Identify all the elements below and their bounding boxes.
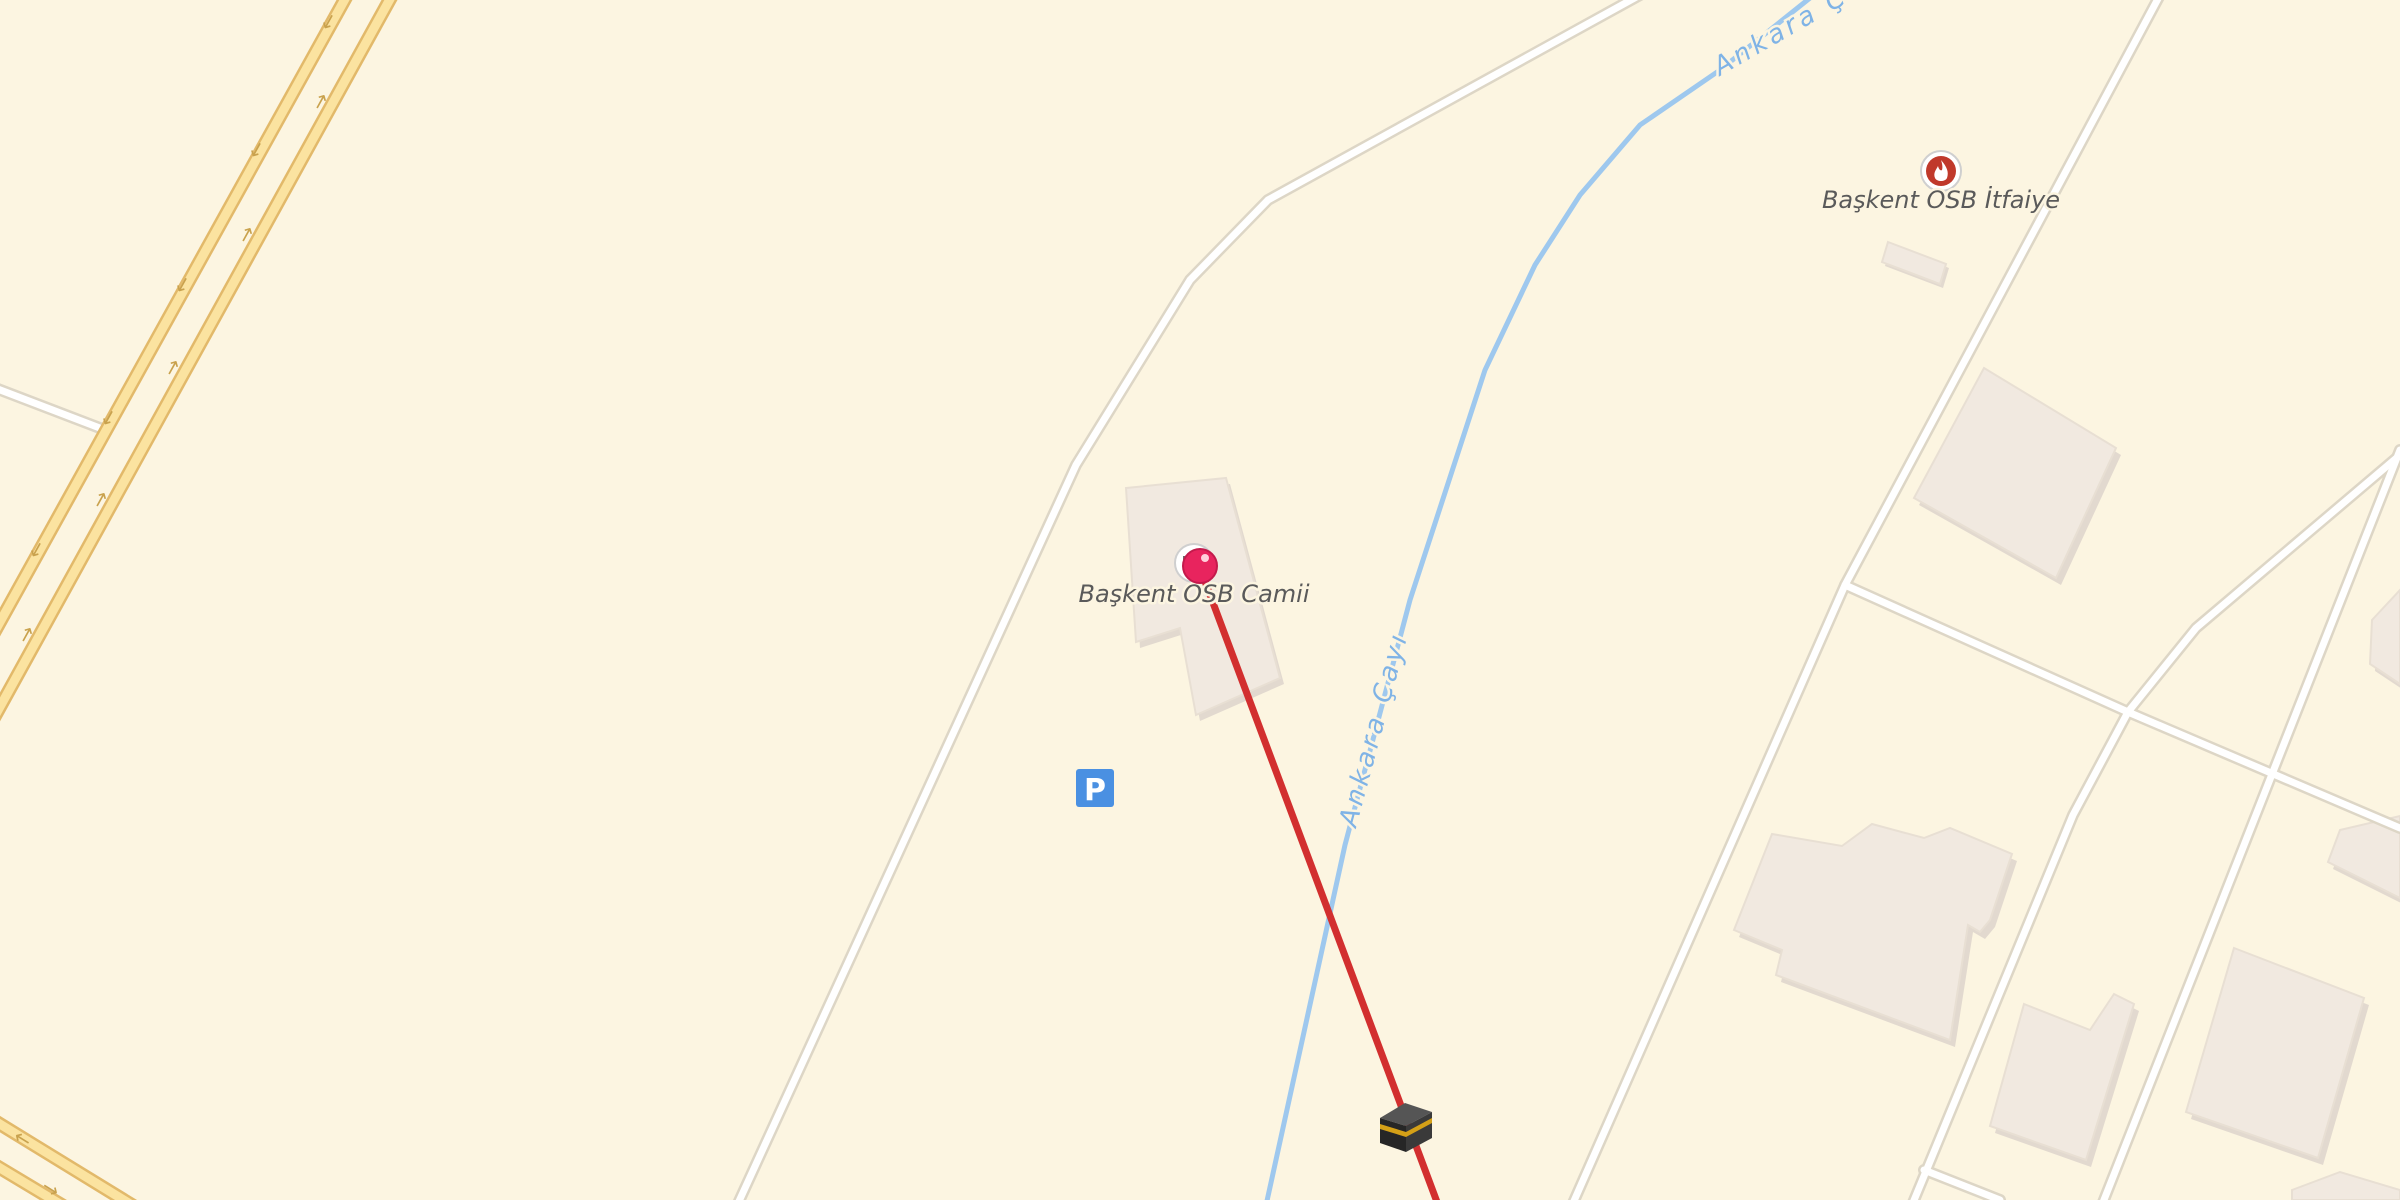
poi-label-camii: Başkent OSB Camii xyxy=(1079,580,1310,608)
parking-poi[interactable]: P xyxy=(1076,769,1114,808)
parking-label: P xyxy=(1084,773,1106,808)
fire-station-icon xyxy=(1920,150,1962,192)
location-pin-icon[interactable] xyxy=(1182,548,1218,584)
poi-label-itfaiye: Başkent OSB İtfaiye xyxy=(1822,185,2060,214)
map-canvas[interactable]: ← ← ← ← ← → → → → → ← → Ankara Çayı Anka… xyxy=(0,0,2400,1200)
